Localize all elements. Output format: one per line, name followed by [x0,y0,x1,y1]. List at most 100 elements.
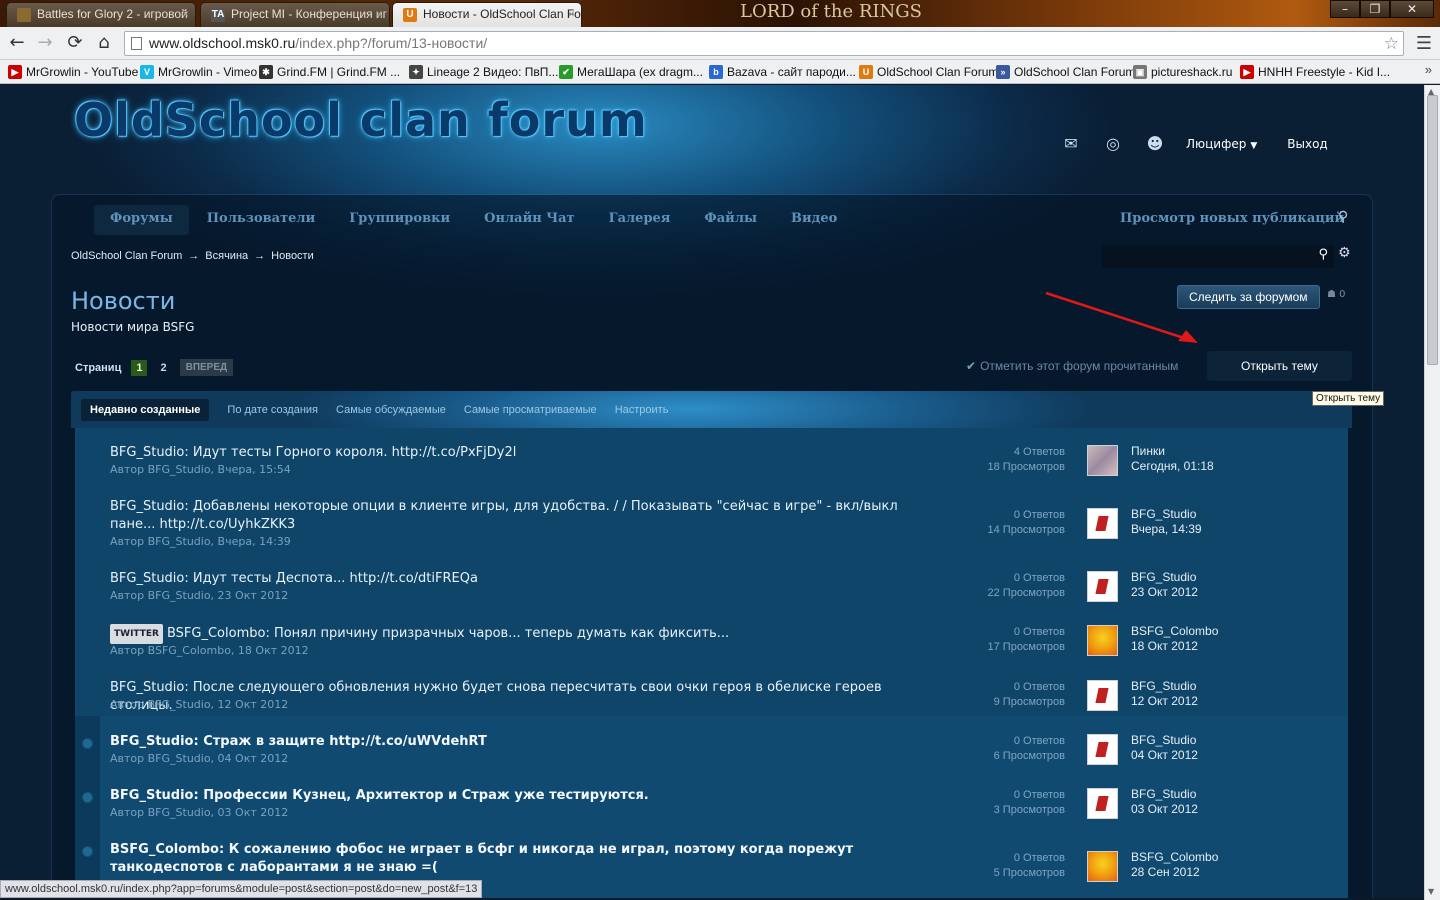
nav-files[interactable]: Файлы [688,205,773,235]
last-poster-link[interactable]: BSFG_Colombo [1131,850,1218,865]
mark-forum-read-link[interactable]: ✔ Отметить этот форум прочитанным [966,359,1178,373]
notifications-icon[interactable]: ◎ [1102,134,1124,154]
last-post-date[interactable]: 18 Окт 2012 [1131,639,1218,654]
last-post-date[interactable]: 04 Окт 2012 [1131,748,1198,763]
avatar[interactable] [1087,734,1118,765]
start-new-topic-button[interactable]: Открыть тему [1207,351,1352,381]
avatar[interactable] [1087,851,1118,882]
last-poster-link[interactable]: BFG_Studio [1131,733,1198,748]
sort-tab-most-viewed[interactable]: Самые просматриваемые [464,404,597,416]
nav-chat[interactable]: Онлайн Чат [468,205,590,235]
search-options-gear-icon[interactable]: ⚙ [1338,245,1351,261]
page-icon [131,37,142,50]
next-page-button[interactable]: ВПЕРЕД [179,359,234,376]
last-poster-link[interactable]: BFG_Studio [1131,570,1198,585]
friends-icon[interactable]: ☻ [1144,134,1166,154]
close-tab-icon[interactable]: × [182,3,189,26]
bookmark-item[interactable]: V MrGrowlin - Vimeo [140,64,257,80]
last-post-info: Пинки Сегодня, 01:18 [1131,444,1214,474]
last-post-date[interactable]: 12 Окт 2012 [1131,694,1198,709]
bookmark-item[interactable]: » OldSchool Clan Forum [996,64,1135,80]
view-new-content-link[interactable]: Просмотр новых публикаций [1120,211,1344,226]
user-bar: ✉ ◎ ☻ Люцифер ▼ Выход [1060,133,1327,155]
bookmark-star-icon[interactable]: ☆ [1384,32,1399,55]
bookmark-item[interactable]: ✔ МегаШара (ex dragm... [559,64,703,80]
last-post-date[interactable]: 23 Окт 2012 [1131,585,1198,600]
chevron-down-icon: ▼ [1250,141,1258,151]
unread-dot-icon[interactable] [82,738,93,749]
sort-tab-recent[interactable]: Недавно созданные [81,398,210,421]
avatar[interactable] [1087,445,1118,476]
last-poster-link[interactable]: BFG_Studio [1131,679,1198,694]
browser-menu-icon[interactable]: ☰ [1416,33,1432,54]
twitter-tag-badge[interactable]: TWITTER [110,624,163,644]
reload-icon[interactable]: ⟳ [64,32,86,54]
last-post-date[interactable]: 28 Сен 2012 [1131,865,1218,880]
topic-title-link[interactable]: BFG_Studio: Профессии Кузнец, Архитектор… [110,787,930,805]
nav-gallery[interactable]: Галерея [593,205,687,235]
bookmark-item[interactable]: b Bazava - сайт пароди... [709,64,856,80]
unread-dot-icon[interactable] [82,792,93,803]
close-tab-icon[interactable]: × [376,3,383,26]
nav-video[interactable]: Видео [775,205,853,235]
followers-count[interactable]: ☗ 0 [1327,289,1346,300]
nav-forums[interactable]: Форумы [94,205,189,235]
browser-tab[interactable]: Battles for Glory 2 - игровой × [6,2,196,27]
scrollbar-thumb[interactable] [1427,95,1438,365]
avatar[interactable] [1087,508,1118,539]
breadcrumb-link[interactable]: Всячина [205,250,248,262]
search-icon[interactable]: ⚲ [1318,247,1328,262]
messages-envelope-icon[interactable]: ✉ [1060,134,1082,154]
last-post-date[interactable]: Сегодня, 01:18 [1131,459,1214,474]
bookmark-item[interactable]: ▶ HNHH Freestyle - Kid I... [1240,64,1390,80]
last-poster-link[interactable]: BFG_Studio [1131,507,1202,522]
nav-members[interactable]: Пользователи [191,205,332,235]
map-pin-icon[interactable]: ⚲ [1338,209,1348,225]
last-post-date[interactable]: Вчера, 14:39 [1131,522,1202,537]
bookmark-item[interactable]: ▣ pictureshack.ru [1133,64,1232,80]
browser-tab-active[interactable]: U Новости - OldSchool Clan For × [392,2,582,27]
avatar[interactable] [1087,571,1118,602]
bookmark-item[interactable]: ✦ Lineage 2 Видео: ПвП... [409,64,558,80]
bookmark-item[interactable]: ▶ MrGrowlin - YouTube [8,64,138,80]
page-scrollbar[interactable]: ▲ ▼ [1424,85,1440,900]
sort-tab-custom[interactable]: Настроить [615,404,669,416]
topic-title-link[interactable]: BFG_Studio: Страж в защите http://t.co/u… [110,733,930,751]
nav-groups[interactable]: Группировки [333,205,466,235]
sort-tab-most-replies[interactable]: Самые обсуждаемые [336,404,446,416]
browser-tab[interactable]: TA Project MI - Конференция иг × [200,2,390,27]
topic-title-link[interactable]: BFG_Studio: Добавлены некоторые опции в … [110,498,930,534]
user-menu[interactable]: Люцифер ▼ [1186,137,1257,151]
bookmark-item[interactable]: ✱ Grind.FM | Grind.FM ... [259,64,400,80]
logout-link[interactable]: Выход [1287,137,1327,151]
close-window-icon[interactable]: ✕ [1390,0,1434,18]
avatar[interactable] [1087,680,1118,711]
more-bookmarks-icon[interactable]: » [1425,62,1432,77]
address-bar[interactable]: www.oldschool.msk0.ru/index.php?/forum/1… [124,31,1404,56]
last-post-date[interactable]: 03 Окт 2012 [1131,802,1198,817]
topic-title-link[interactable]: BFG_Studio: Идут тесты Деспота... http:/… [110,570,930,588]
unread-dot-icon[interactable] [82,846,93,857]
search-input[interactable]: ⚲ [1102,245,1334,268]
avatar[interactable] [1087,788,1118,819]
topic-title-link[interactable]: TWITTER BSFG_Colombo: Понял причину призр… [110,624,930,644]
page-number[interactable]: 2 [155,360,171,376]
restore-icon[interactable]: ❐ [1360,0,1390,18]
topic-title-link[interactable]: BFG_Studio: Идут тесты Горного короля. h… [110,444,930,462]
last-poster-link[interactable]: BSFG_Colombo [1131,624,1218,639]
last-poster-link[interactable]: BFG_Studio [1131,787,1198,802]
breadcrumb-link[interactable]: OldSchool Clan Forum [71,250,182,262]
topic-title-link[interactable]: BSFG_Colombo: К сожалению фобос не играе… [110,841,930,877]
tooltip: Открыть тему [1312,391,1385,406]
close-tab-icon[interactable]: × [568,3,575,26]
last-poster-link[interactable]: Пинки [1131,444,1214,459]
site-logo[interactable]: OldSchool clan forum [74,93,648,147]
minimize-icon[interactable]: – [1330,0,1360,18]
avatar[interactable] [1087,625,1118,656]
bookmark-item[interactable]: U OldSchool Clan Forum [859,64,998,80]
sort-tab-start-date[interactable]: По дате создания [227,404,318,416]
back-icon[interactable]: ← [6,32,28,54]
scroll-down-icon[interactable]: ▼ [1428,887,1434,896]
home-icon[interactable]: ⌂ [93,32,115,54]
forward-icon[interactable]: → [34,32,56,54]
